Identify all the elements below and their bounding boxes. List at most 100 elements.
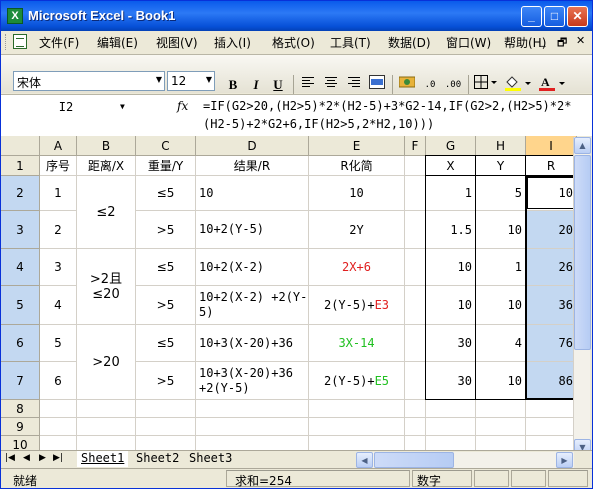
- cell-c5[interactable]: >5: [136, 286, 196, 325]
- font-color-icon[interactable]: A: [537, 75, 567, 95]
- cell-a6[interactable]: 5: [40, 325, 77, 362]
- cell-c6[interactable]: ≤5: [136, 325, 196, 362]
- borders-icon[interactable]: [473, 75, 499, 95]
- cell-g5[interactable]: 10: [426, 286, 476, 325]
- column-header-c[interactable]: C: [136, 136, 196, 156]
- menu-format[interactable]: 格式(O): [272, 34, 315, 51]
- first-sheet-icon[interactable]: |◀: [5, 453, 15, 463]
- cell-e4[interactable]: 2X+6: [309, 249, 405, 286]
- cell-h6[interactable]: 4: [476, 325, 526, 362]
- cell-i6[interactable]: 76: [526, 325, 577, 362]
- close-button[interactable]: ✕: [567, 6, 588, 27]
- cell-e6[interactable]: 3X-14: [309, 325, 405, 362]
- cell-d9[interactable]: [196, 418, 309, 436]
- cell-g1[interactable]: X: [426, 156, 476, 176]
- cell-a1[interactable]: 序号: [40, 156, 77, 176]
- row-header-1[interactable]: 1: [1, 156, 40, 176]
- cell-d5[interactable]: 10+2(X-2) +2(Y-5): [196, 286, 309, 325]
- merge-center-icon[interactable]: [367, 75, 387, 95]
- column-header-h[interactable]: H: [476, 136, 526, 156]
- cell-f4[interactable]: [405, 249, 426, 286]
- column-header-e[interactable]: E: [309, 136, 405, 156]
- underline-button[interactable]: U: [268, 75, 288, 95]
- minimize-button[interactable]: _: [521, 6, 542, 27]
- last-sheet-icon[interactable]: ▶|: [53, 453, 63, 463]
- cell-a3[interactable]: 2: [40, 211, 77, 249]
- menu-edit[interactable]: 编辑(E): [97, 34, 138, 51]
- cell-i4[interactable]: 26: [526, 249, 577, 286]
- currency-icon[interactable]: [397, 75, 417, 95]
- cell-c4[interactable]: ≤5: [136, 249, 196, 286]
- cell-h8[interactable]: [476, 400, 526, 418]
- cell-f2[interactable]: [405, 176, 426, 211]
- cell-f9[interactable]: [405, 418, 426, 436]
- align-right-icon[interactable]: [344, 75, 364, 95]
- row-header-7[interactable]: 7: [1, 362, 40, 400]
- cell-a7[interactable]: 6: [40, 362, 77, 400]
- select-all-corner[interactable]: [1, 136, 40, 156]
- cell-e9[interactable]: [309, 418, 405, 436]
- cell-f3[interactable]: [405, 211, 426, 249]
- cell-i8[interactable]: [526, 400, 577, 418]
- column-header-a[interactable]: A: [40, 136, 77, 156]
- cell-g8[interactable]: [426, 400, 476, 418]
- maximize-button[interactable]: □: [544, 6, 565, 27]
- tab-sheet1[interactable]: Sheet1: [77, 451, 129, 467]
- cell-f6[interactable]: [405, 325, 426, 362]
- cell-h7[interactable]: 10: [476, 362, 526, 400]
- tab-sheet2[interactable]: Sheet2: [132, 451, 184, 467]
- cell-d3[interactable]: 10+2(Y-5): [196, 211, 309, 249]
- excel-app-icon[interactable]: X: [7, 8, 23, 24]
- cell-g2[interactable]: 1: [426, 176, 476, 211]
- row-header-2[interactable]: 2: [1, 176, 40, 211]
- cell-d4[interactable]: 10+2(X-2): [196, 249, 309, 286]
- increase-decimal-icon[interactable]: .0: [420, 75, 440, 95]
- scroll-up-icon[interactable]: ▲: [574, 137, 591, 154]
- row-header-8[interactable]: 8: [1, 400, 40, 418]
- prev-sheet-icon[interactable]: ◀: [23, 453, 30, 463]
- cell-e1[interactable]: R化简: [309, 156, 405, 176]
- cell-h2[interactable]: 5: [476, 176, 526, 211]
- cell-d7[interactable]: 10+3(X-20)+36 +2(Y-5): [196, 362, 309, 400]
- scroll-left-icon[interactable]: ◀: [356, 452, 373, 468]
- cell-g7[interactable]: 30: [426, 362, 476, 400]
- cell-a5[interactable]: 4: [40, 286, 77, 325]
- horizontal-scroll-thumb[interactable]: [374, 452, 454, 468]
- align-left-icon[interactable]: [298, 75, 318, 95]
- menu-file[interactable]: 文件(F): [39, 34, 79, 51]
- cell-a4[interactable]: 3: [40, 249, 77, 286]
- cell-h1[interactable]: Y: [476, 156, 526, 176]
- menu-insert[interactable]: 插入(I): [214, 34, 251, 51]
- cell-i3[interactable]: 20: [526, 211, 577, 249]
- menu-window[interactable]: 窗口(W): [446, 34, 491, 51]
- cell-g3[interactable]: 1.5: [426, 211, 476, 249]
- doc-restore-button[interactable]: 🗗: [557, 34, 567, 53]
- cell-f1[interactable]: [405, 156, 426, 176]
- column-header-f[interactable]: F: [405, 136, 426, 156]
- cell-g6[interactable]: 30: [426, 325, 476, 362]
- font-size-combo[interactable]: 12 ▼: [167, 71, 215, 91]
- column-header-d[interactable]: D: [196, 136, 309, 156]
- cell-f5[interactable]: [405, 286, 426, 325]
- chevron-down-icon[interactable]: ▼: [120, 98, 125, 116]
- decrease-decimal-icon[interactable]: .00: [443, 75, 463, 95]
- align-center-icon[interactable]: [321, 75, 341, 95]
- cell-e5[interactable]: 2(Y-5)+ E3: [309, 286, 405, 325]
- fx-icon[interactable]: fx: [177, 99, 188, 113]
- cell-c8[interactable]: [136, 400, 196, 418]
- row-header-4[interactable]: 4: [1, 249, 40, 286]
- cell-c1[interactable]: 重量/Y: [136, 156, 196, 176]
- cell-e8[interactable]: [309, 400, 405, 418]
- cell-a8[interactable]: [40, 400, 77, 418]
- doc-close-button[interactable]: ✕: [576, 34, 585, 47]
- scroll-right-icon[interactable]: ▶: [556, 452, 573, 468]
- menu-tools[interactable]: 工具(T): [330, 34, 371, 51]
- vertical-scrollbar[interactable]: ▲ ▼: [573, 137, 591, 456]
- cell-b-merged-2[interactable]: >2且 ≤20: [77, 249, 136, 325]
- cell-i9[interactable]: [526, 418, 577, 436]
- cell-d8[interactable]: [196, 400, 309, 418]
- column-header-b[interactable]: B: [77, 136, 136, 156]
- cell-e7[interactable]: 2(Y-5)+ E5: [309, 362, 405, 400]
- cell-a2[interactable]: 1: [40, 176, 77, 211]
- vertical-scroll-thumb[interactable]: [574, 155, 591, 350]
